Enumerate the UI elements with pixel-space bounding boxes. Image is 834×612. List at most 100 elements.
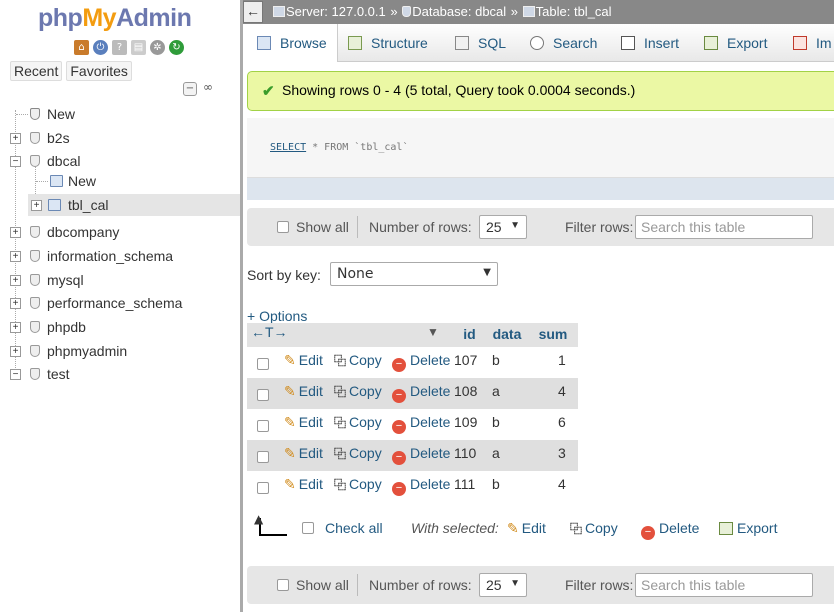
collapse-nav-button[interactable]: ← (243, 1, 263, 23)
breadcrumb-server[interactable]: Server: 127.0.0.1 (286, 4, 386, 19)
tab-import[interactable]: Im (793, 24, 832, 62)
row-checkbox[interactable] (257, 358, 269, 370)
column-header-data[interactable]: data (486, 323, 528, 347)
column-header-sum[interactable]: sum (528, 323, 578, 347)
bulk-copy-button[interactable]: ⿻ Copy (570, 520, 618, 537)
tab-search[interactable]: Search (530, 24, 597, 62)
tree-item-b2s[interactable]: + b2s (0, 127, 240, 149)
cell-id[interactable]: 108 (454, 383, 477, 399)
sql-docs-icon[interactable]: ▤ (131, 40, 146, 55)
collapse-icon[interactable]: − (10, 369, 21, 380)
bulk-export-button[interactable]: Export (719, 520, 777, 536)
expand-icon[interactable]: + (10, 275, 21, 286)
favorites-tab[interactable]: Favorites (66, 61, 132, 81)
expand-icon[interactable]: + (10, 227, 21, 238)
check-all-label[interactable]: Check all (325, 520, 383, 536)
check-all-checkbox[interactable] (302, 522, 314, 534)
tree-item-new[interactable]: New (0, 103, 240, 125)
tree-item-new-table[interactable]: New (0, 170, 240, 192)
cell-data[interactable]: b (492, 476, 500, 492)
recent-tab[interactable]: Recent (10, 61, 63, 81)
number-of-rows-select[interactable]: 25 ▼ (479, 215, 527, 239)
cell-id[interactable]: 107 (454, 352, 477, 368)
show-all-checkbox[interactable] (277, 221, 289, 233)
expand-icon[interactable]: + (10, 251, 21, 262)
column-header-id[interactable]: id (453, 323, 486, 347)
triangle-down-icon[interactable]: ▼ (427, 325, 439, 339)
row-checkbox[interactable] (257, 451, 269, 463)
cell-id[interactable]: 109 (454, 414, 477, 430)
edit-row-button[interactable]: ✎ Edit (284, 383, 323, 400)
edit-row-button[interactable]: ✎ Edit (284, 445, 323, 462)
bulk-delete-button[interactable]: − Delete (641, 520, 699, 540)
tree-item-phpmyadmin[interactable]: + phpmyadmin (0, 340, 240, 362)
navigation-resizer[interactable] (240, 0, 243, 612)
options-link[interactable]: + Options (247, 308, 307, 324)
tree-item-performance-schema[interactable]: + performance_schema (0, 292, 240, 314)
logout-icon[interactable]: ⏻ (93, 40, 108, 55)
tab-structure[interactable]: Structure (348, 24, 428, 62)
collapse-icon[interactable]: − (10, 156, 21, 167)
tree-item-information-schema[interactable]: + information_schema (0, 245, 240, 267)
cell-sum[interactable]: 6 (558, 414, 566, 430)
number-of-rows-select[interactable]: 25 ▼ (479, 573, 527, 597)
tree-item-phpdb[interactable]: + phpdb (0, 316, 240, 338)
copy-row-button[interactable]: ⿻ Copy (334, 476, 382, 493)
sql-keyword-select[interactable]: SELECT (270, 142, 306, 153)
collapse-all-icon[interactable]: − (183, 82, 197, 96)
tree-item-test[interactable]: − test (0, 363, 240, 385)
edit-row-button[interactable]: ✎ Edit (284, 352, 323, 369)
cell-data[interactable]: b (492, 414, 500, 430)
cell-sum[interactable]: 3 (558, 445, 566, 461)
gear-icon[interactable]: ✲ (150, 40, 165, 55)
expand-icon[interactable]: + (10, 298, 21, 309)
link-icon[interactable]: ∞ (201, 81, 215, 96)
breadcrumb-table[interactable]: Table: tbl_cal (536, 4, 612, 19)
reload-icon[interactable]: ↻ (169, 40, 184, 55)
tab-insert[interactable]: Insert (621, 24, 679, 62)
tree-item-tbl-cal[interactable]: + tbl_cal (28, 194, 240, 216)
bulk-edit-button[interactable]: ✎ Edit (507, 520, 546, 537)
cell-id[interactable]: 110 (454, 445, 476, 461)
sort-by-key-select[interactable]: None ▼ (330, 262, 498, 286)
delete-row-button[interactable]: − Delete (392, 476, 450, 496)
show-all-checkbox[interactable] (277, 579, 289, 591)
cell-sum[interactable]: 4 (558, 476, 566, 492)
expand-icon[interactable]: + (10, 346, 21, 357)
expand-icon[interactable]: + (10, 322, 21, 333)
cell-sum[interactable]: 4 (558, 383, 566, 399)
delete-row-button[interactable]: − Delete (392, 352, 450, 372)
copy-row-button[interactable]: ⿻ Copy (334, 352, 382, 369)
cell-data[interactable]: a (492, 445, 500, 461)
docs-icon[interactable]: ? (112, 40, 127, 55)
edit-row-button[interactable]: ✎ Edit (284, 476, 323, 493)
filter-rows-input[interactable]: Search this table (635, 573, 813, 597)
tree-item-mysql[interactable]: + mysql (0, 269, 240, 291)
breadcrumb-database[interactable]: Database: dbcal (412, 4, 506, 19)
delete-row-button[interactable]: − Delete (392, 445, 450, 465)
row-checkbox[interactable] (257, 420, 269, 432)
copy-row-button[interactable]: ⿻ Copy (334, 414, 382, 431)
copy-row-button[interactable]: ⿻ Copy (334, 383, 382, 400)
phpmyadmin-logo[interactable]: phpMyAdmin (38, 4, 192, 33)
tab-export[interactable]: Export (704, 24, 767, 62)
copy-row-button[interactable]: ⿻ Copy (334, 445, 382, 462)
expand-icon[interactable]: + (31, 200, 42, 211)
tab-browse[interactable]: Browse (243, 24, 338, 62)
row-checkbox[interactable] (257, 482, 269, 494)
filter-rows-input[interactable]: Search this table (635, 215, 813, 239)
expand-icon[interactable]: + (10, 133, 21, 144)
cell-data[interactable]: b (492, 352, 500, 368)
delete-row-button[interactable]: − Delete (392, 383, 450, 403)
row-checkbox[interactable] (257, 389, 269, 401)
delete-row-button[interactable]: − Delete (392, 414, 450, 434)
tree-item-dbcompany[interactable]: + dbcompany (0, 221, 240, 243)
tab-sql[interactable]: SQL (455, 24, 506, 62)
cell-id[interactable]: 111 (454, 476, 475, 492)
cell-data[interactable]: a (492, 383, 500, 399)
cell-sum[interactable]: 1 (558, 352, 566, 368)
column-expand-icon[interactable]: ←T→ (251, 324, 288, 340)
home-icon[interactable]: ⌂ (74, 40, 89, 55)
edit-row-button[interactable]: ✎ Edit (284, 414, 323, 431)
tree-item-dbcal[interactable]: − dbcal (0, 150, 240, 172)
